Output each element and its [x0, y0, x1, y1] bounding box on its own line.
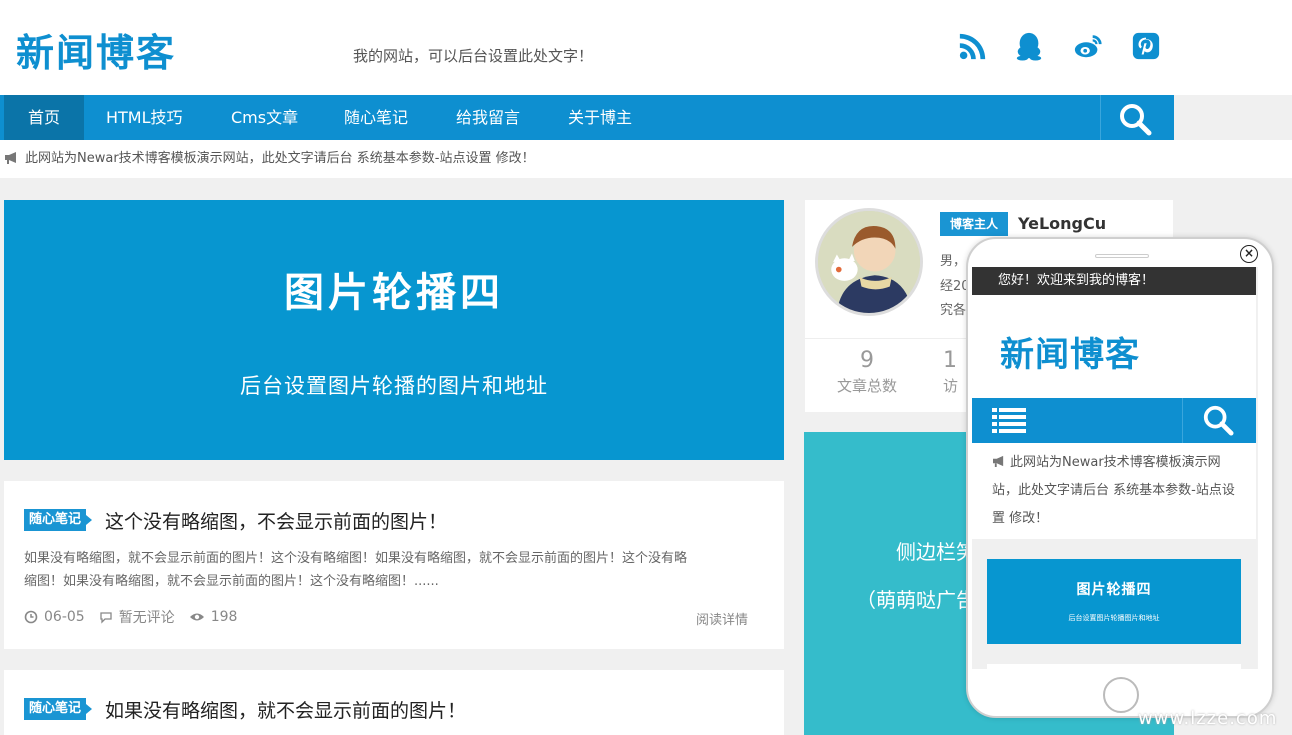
- stat-post-count: 9 文章总数: [817, 348, 917, 396]
- banner-subtitle: 后台设置图片轮播的图片和地址: [240, 374, 548, 398]
- clock-icon: [24, 610, 38, 624]
- phone-home-button[interactable]: [1103, 677, 1139, 713]
- post-title[interactable]: 这个没有略缩图，不会显示前面的图片！: [105, 507, 447, 534]
- eye-icon: [189, 613, 204, 621]
- mobile-welcome-bar: 您好！欢迎来到我的博客！: [972, 267, 1256, 295]
- stat-number: 1: [943, 348, 957, 373]
- mobile-nav: [972, 398, 1256, 443]
- post-date-text: 06-05: [44, 609, 85, 625]
- author-bio-line: 男，: [940, 254, 967, 269]
- ad-text-line: （萌萌哒广告: [856, 588, 976, 612]
- mobile-header: 新闻博客: [972, 295, 1256, 399]
- nav-item-notes[interactable]: 随心笔记: [344, 95, 408, 140]
- post-excerpt: 如果没有略缩图，就不会显示前面的图片！这个没有略缩图！如果没有略缩图，就不会显示…: [24, 547, 764, 593]
- mobile-notice-text: 此网站为Newar技术博客模板演示网站，此处文字请后台 系统基本参数-站点设置 …: [992, 455, 1235, 526]
- mobile-nav-divider: [1182, 398, 1183, 443]
- author-badge: 博客主人: [940, 212, 1009, 236]
- rss-icon[interactable]: [957, 30, 989, 62]
- search-icon[interactable]: [1118, 102, 1152, 136]
- mobile-banner-subtitle: 后台设置图片轮播图片和地址: [1068, 614, 1160, 622]
- site-header: 新闻博客 我的网站，可以后台设置此处文字！: [0, 0, 1292, 95]
- mobile-banner[interactable]: 图片轮播四 后台设置图片轮播图片和地址: [987, 559, 1241, 644]
- stat-number: 9: [860, 348, 874, 373]
- megaphone-icon: [5, 152, 16, 164]
- mobile-notice: 此网站为Newar技术博客模板演示网站，此处文字请后台 系统基本参数-站点设置 …: [972, 443, 1256, 539]
- mobile-screen[interactable]: 您好！欢迎来到我的博客！ 新闻博客 此网站为Newar技术博客模板演示网站，此处…: [972, 267, 1258, 669]
- post-category-tag[interactable]: 随心笔记: [24, 698, 93, 720]
- mobile-post-card: [987, 664, 1241, 669]
- nav-item-html-tips[interactable]: HTML技巧: [106, 95, 183, 140]
- watermark: www.lzze.com: [1138, 708, 1278, 729]
- post-excerpt-line: 缩图！如果没有略缩图，就不会显示前面的图片！这个没有略缩图！......: [24, 574, 439, 589]
- post-comments[interactable]: 暂无评论: [99, 607, 175, 627]
- avatar: [815, 208, 923, 316]
- menu-icon[interactable]: [992, 407, 1026, 437]
- stat-visits: 1 访: [907, 348, 959, 396]
- mobile-logo[interactable]: 新闻博客: [1000, 327, 1140, 376]
- post-category-tag[interactable]: 随心笔记: [24, 509, 93, 531]
- post-comments-text: 暂无评论: [118, 610, 175, 626]
- stat-label: 访: [943, 377, 959, 395]
- phone-speaker: [1095, 254, 1149, 258]
- nav-item-cms[interactable]: Cms文章: [231, 95, 298, 140]
- post-views: 198: [189, 609, 238, 625]
- site-tagline: 我的网站，可以后台设置此处文字！: [353, 47, 594, 65]
- post-card: 随心笔记 如果没有略缩图，就不会显示前面的图片！: [4, 670, 784, 735]
- mobile-search-icon[interactable]: [1202, 404, 1234, 440]
- post-views-text: 198: [210, 609, 238, 625]
- nav-item-home[interactable]: 首页: [4, 95, 84, 140]
- qq-icon[interactable]: [1013, 30, 1045, 62]
- nav-item-about[interactable]: 关于博主: [568, 95, 632, 140]
- notice-text: 此网站为Newar技术博客模板演示网站，此处文字请后台 系统基本参数-站点设置 …: [25, 151, 535, 166]
- close-icon[interactable]: ×: [1240, 245, 1258, 263]
- mobile-preview: × 您好！欢迎来到我的博客！ 新闻博客 此网站为Newar技术博客模板演示网站，…: [966, 237, 1274, 718]
- site-notice: 此网站为Newar技术博客模板演示网站，此处文字请后台 系统基本参数-站点设置 …: [0, 140, 1292, 178]
- post-card: 随心笔记 这个没有略缩图，不会显示前面的图片！ 如果没有略缩图，就不会显示前面的…: [4, 481, 784, 649]
- nav-divider: [1100, 95, 1101, 140]
- post-excerpt-line: 如果没有略缩图，就不会显示前面的图片！这个没有略缩图！如果没有略缩图，就不会显示…: [24, 551, 688, 566]
- ad-text-line: 侧边栏笑: [896, 540, 976, 564]
- pinterest-icon[interactable]: [1130, 30, 1162, 62]
- mobile-scrollbar[interactable]: [1257, 267, 1258, 669]
- main-nav: 首页 HTML技巧 Cms文章 随心笔记 给我留言 关于博主: [0, 95, 1174, 140]
- post-title[interactable]: 如果没有略缩图，就不会显示前面的图片！: [105, 696, 466, 723]
- stat-label: 文章总数: [836, 377, 897, 395]
- mobile-banner-title: 图片轮播四: [1076, 582, 1152, 598]
- site-logo[interactable]: 新闻博客: [16, 22, 176, 77]
- banner-slider[interactable]: 图片轮播四 后台设置图片轮播的图片和地址: [4, 200, 784, 460]
- nav-item-guestbook[interactable]: 给我留言: [456, 95, 520, 140]
- post-meta: 06-05 暂无评论 198: [24, 607, 251, 627]
- comment-icon: [100, 612, 112, 624]
- author-bio-line: 究各: [940, 303, 967, 318]
- read-more-link[interactable]: 阅读详情: [696, 609, 748, 628]
- banner-title: 图片轮播四: [284, 270, 504, 316]
- weibo-icon[interactable]: [1072, 30, 1104, 62]
- megaphone-icon: [993, 455, 1004, 467]
- post-date: 06-05: [24, 609, 85, 625]
- author-name: YeLongCu: [1018, 214, 1107, 233]
